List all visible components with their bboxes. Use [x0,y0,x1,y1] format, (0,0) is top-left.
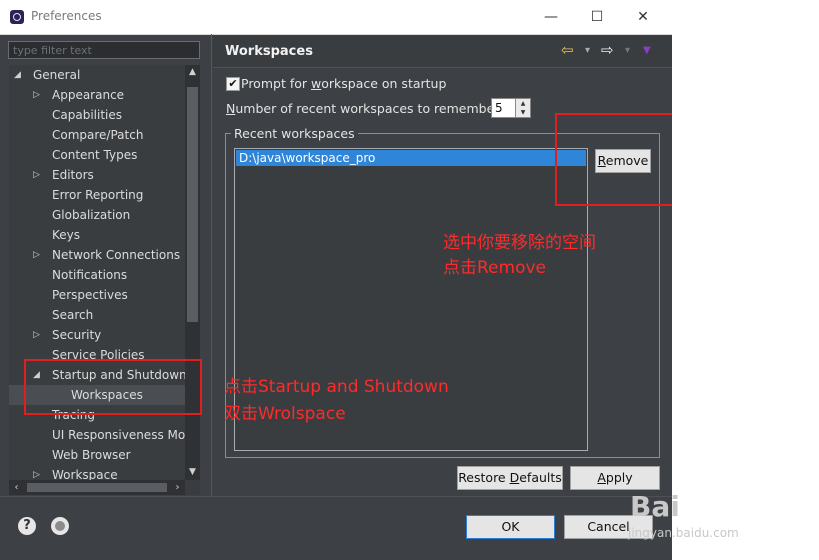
tree-item[interactable]: ▷ Appearance [9,85,185,105]
tree-item[interactable]: Error Reporting [9,185,185,205]
tree-item[interactable]: ▷ Security [9,325,185,345]
minimize-button[interactable]: — [536,6,566,28]
back-arrow-icon[interactable]: ⇦ [561,41,574,59]
tree-item-label: Error Reporting [52,188,144,202]
header-separator [213,67,672,68]
tree-item[interactable]: ◢ General [9,65,185,85]
tree-item-label: Network Connections [52,248,181,262]
eclipse-app-icon [10,10,24,24]
annotation-startup-line1: 点击Startup and Shutdown [224,377,449,397]
tree-vertical-scrollbar[interactable]: ▲ ▼ [185,65,200,480]
spinner-up-icon[interactable]: ▲ [515,99,530,108]
watermark-brand: Bai [630,490,680,523]
recent-count-label: Number of recent workspaces to remember: [226,101,504,116]
back-dropdown-icon[interactable]: ▾ [585,45,590,56]
prompt-checkbox[interactable]: ✔ [226,77,240,91]
tree-item[interactable]: Notifications [9,265,185,285]
window-title: Preferences [31,9,102,23]
scroll-left-icon[interactable]: ‹ [9,480,24,495]
scroll-down-icon[interactable]: ▼ [185,465,200,480]
tree-item[interactable]: Globalization [9,205,185,225]
scroll-right-icon[interactable]: › [170,480,185,495]
tree-item-label: UI Responsiveness Mo [52,428,186,442]
record-icon[interactable] [51,517,69,535]
tree-item-label: Web Browser [52,448,131,462]
forward-dropdown-icon[interactable]: ▾ [625,45,630,56]
maximize-button[interactable]: ☐ [582,6,612,28]
tree-item-label: Security [52,328,102,342]
forward-arrow-icon[interactable]: ⇨ [601,41,614,59]
tree-item[interactable]: UI Responsiveness Mo [9,425,185,445]
prompt-label: Prompt for workspace on startup [241,76,447,91]
close-button[interactable]: ✕ [628,6,658,28]
preference-tree: ◢ General ▷ Appearance Capabilities Compare/P… [9,65,200,495]
expand-arrow-icon[interactable]: ▷ [33,85,43,105]
tree-item-label: Content Types [52,148,138,162]
group-label: Recent workspaces [231,126,358,141]
title-bar: Preferences — ☐ ✕ [0,0,672,35]
list-item[interactable]: D:\java\workspace_pro [236,150,586,166]
annotation-box-remove [555,113,672,206]
tree-item[interactable]: Compare/Patch [9,125,185,145]
collapse-arrow-icon[interactable]: ◢ [14,65,24,85]
annotation-startup-line2: 双击Wrolspace [224,404,346,424]
pane-splitter[interactable] [211,34,212,496]
tree-item-label: Editors [52,168,94,182]
expand-arrow-icon[interactable]: ▷ [33,325,43,345]
ok-button[interactable]: OK [466,515,555,539]
recent-count-spinner[interactable]: 5 ▲ ▼ [491,98,531,118]
tree-item-label: Keys [52,228,81,242]
tree-item-label: Notifications [52,268,128,282]
tree-item-label: Compare/Patch [52,128,144,142]
expand-arrow-icon[interactable]: ▷ [33,165,43,185]
tree-item[interactable]: Search [9,305,185,325]
tree-item[interactable]: Keys [9,225,185,245]
scroll-up-icon[interactable]: ▲ [185,65,200,80]
tree-item[interactable]: Web Browser [9,445,185,465]
spinner-down-icon[interactable]: ▼ [515,108,530,117]
annotation-remove-line1: 选中你要移除的空间 [443,233,596,253]
tree-horizontal-scrollbar[interactable]: ‹ › [9,480,185,495]
expand-arrow-icon[interactable]: ▷ [33,245,43,265]
restore-defaults-button[interactable]: Restore Defaults [457,466,563,490]
tree-item-label: Capabilities [52,108,122,122]
tree-item-label: Globalization [52,208,131,222]
tree-item-label: Perspectives [52,288,128,302]
tree-item[interactable]: Capabilities [9,105,185,125]
tree-item[interactable]: ▷ Network Connections [9,245,185,265]
scroll-thumb[interactable] [187,87,198,322]
filter-input[interactable]: type filter text [8,41,200,59]
tree-item-label: General [33,68,81,82]
footer-separator [0,496,672,497]
tree-item-label: Search [52,308,94,322]
annotation-remove-line2: 点击Remove [443,258,546,278]
page-header: Workspaces ⇦ ▾ ⇨ ▾ ▼ [213,35,672,67]
tree-item[interactable]: Content Types [9,145,185,165]
scroll-thumb-horizontal[interactable] [27,483,167,492]
page-title: Workspaces [225,44,313,59]
apply-button[interactable]: Apply [570,466,660,490]
annotation-box-startup [24,359,202,415]
view-menu-icon[interactable]: ▼ [643,45,651,56]
tree-item[interactable]: Perspectives [9,285,185,305]
tree-item[interactable]: ▷ Editors [9,165,185,185]
spinner-value[interactable]: 5 [495,101,503,115]
watermark-site: jingyan.baidu.com [628,526,739,540]
preferences-window: Preferences — ☐ ✕ type filter text ◢ Gene… [0,0,672,560]
help-icon[interactable]: ? [18,517,36,535]
tree-item-label: Appearance [52,88,125,102]
